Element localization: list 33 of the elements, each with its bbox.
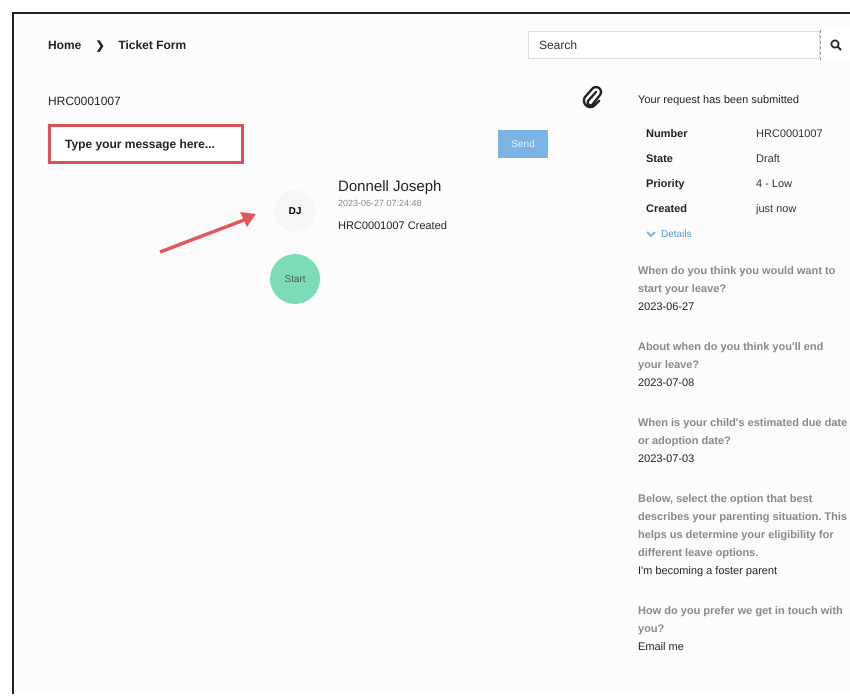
submitted-message: Your request has been submitted — [638, 94, 800, 106]
field-value: HRC0001007 — [756, 128, 824, 140]
answer-text: 2023-06-27 — [638, 300, 696, 315]
message-field[interactable]: Type your message here... — [48, 124, 244, 164]
question-text: Below, select the option that best describes your parenting situation. This helps us determine your eligibility for different leave options. — [638, 492, 848, 561]
question-text: When is your child's estimated due date or adoption date? — [638, 416, 848, 449]
start-marker: Start — [270, 254, 320, 304]
search-field[interactable]: Search — [528, 31, 820, 59]
question-text: When do you think you would want to start your leave? — [638, 264, 836, 297]
breadcrumb-link[interactable]: Home — [48, 38, 82, 52]
field-value: just now — [756, 203, 798, 215]
answer-text: Email me — [638, 640, 685, 655]
ticket-number: HRC0001007 — [48, 94, 122, 108]
avatar: DJ — [274, 190, 316, 232]
field-value: Draft — [756, 153, 781, 165]
answer-text: I'm becoming a foster parent — [638, 564, 778, 579]
activity-text: HRC0001007 Created — [338, 220, 447, 232]
question-text: About when do you think you'll end your leave? — [638, 340, 824, 373]
paperclip-icon[interactable] — [582, 86, 604, 110]
answer-text: 2023-07-08 — [638, 376, 696, 391]
breadcrumb-link[interactable]: Ticket Form — [118, 38, 186, 52]
timestamp: 2023-06-27 07:24:48 — [338, 198, 423, 208]
field-label: State — [646, 153, 674, 165]
chevron-icon: ❯ — [95, 38, 104, 52]
author-name: Donnell Joseph — [338, 178, 442, 195]
answer-text: 2023-07-03 — [638, 452, 696, 467]
question-text: How do you prefer we get in touch with you? — [638, 604, 844, 637]
field-label: Number — [646, 128, 689, 140]
field-label: Priority — [646, 178, 686, 190]
search-icon — [830, 39, 842, 51]
chevron-icon — [646, 231, 656, 238]
field-value: 4 - Low — [756, 178, 794, 190]
field-label: Created — [646, 203, 688, 215]
